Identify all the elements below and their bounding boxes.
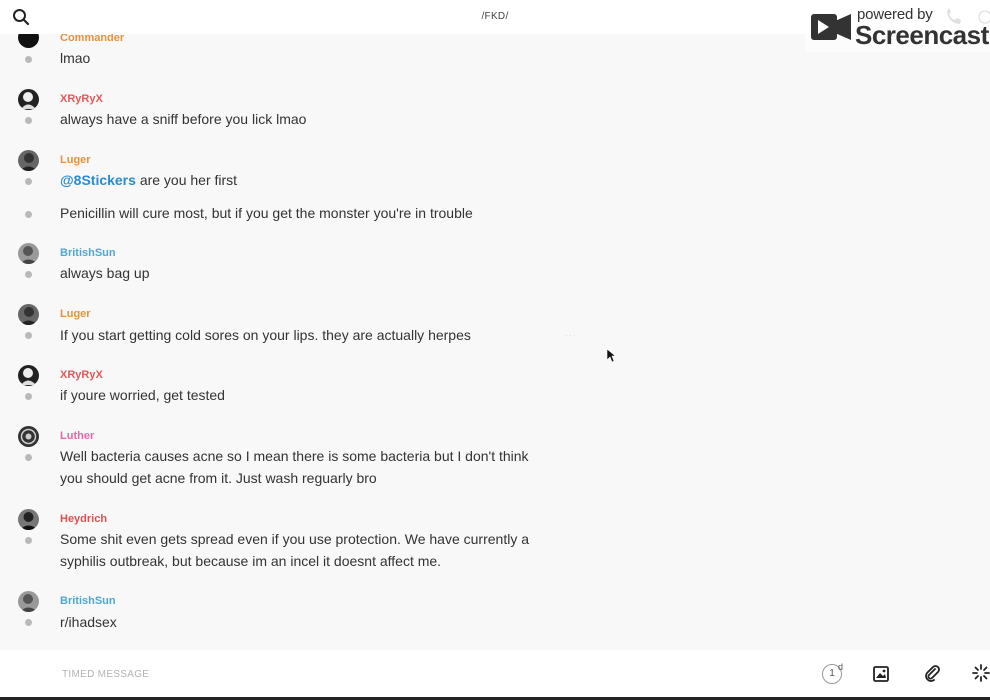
message-bullet (25, 537, 32, 544)
message-text: If you start getting cold sores on your … (60, 327, 471, 343)
message-author[interactable]: BritishSun (60, 247, 116, 259)
image-icon[interactable] (873, 666, 889, 682)
timed-message-input[interactable] (60, 662, 664, 686)
avatar[interactable] (18, 426, 39, 447)
message-bullet (25, 332, 32, 339)
message-text: if youre worried, get tested (60, 387, 225, 403)
message-bullet (25, 56, 32, 63)
message-author[interactable]: Luger (60, 154, 91, 166)
message-author[interactable]: BritishSun (60, 595, 116, 607)
message-author[interactable]: XRyRyX (60, 369, 103, 381)
sparkle-icon[interactable] (972, 664, 990, 682)
message-list: Commander lmao XRyRyX always have a snif… (0, 34, 990, 650)
avatar[interactable] (18, 509, 39, 530)
avatar[interactable] (18, 89, 39, 110)
message-bullet (25, 454, 32, 461)
avatar[interactable] (18, 304, 39, 325)
message-hover-actions[interactable]: ··· (565, 330, 577, 340)
message-text: always have a sniff before you lick lmao (60, 111, 307, 127)
message-text: Well bacteria causes acne so I mean ther… (60, 448, 529, 464)
message-bullet (25, 271, 32, 278)
message-text: always bag up (60, 265, 150, 281)
avatar[interactable] (18, 365, 39, 386)
message-bullet (25, 619, 32, 626)
message-text-body: are you her first (139, 172, 238, 188)
message-author[interactable]: Luther (60, 430, 94, 442)
message-bullet (25, 393, 32, 400)
avatar[interactable] (18, 34, 39, 48)
message-text: Some shit even gets spread even if you u… (60, 531, 529, 547)
message-author[interactable]: Heydrich (60, 513, 107, 525)
message-text: lmao (60, 50, 91, 66)
message-text: syphilis outbreak, but because im an inc… (60, 553, 442, 569)
message-text: you should get acne from it. Just wash r… (60, 470, 377, 486)
avatar[interactable] (18, 150, 39, 171)
message-author[interactable]: Commander (60, 34, 124, 44)
avatar[interactable] (18, 243, 39, 264)
message-text: r/ihadsex (60, 614, 117, 630)
paperclip-icon[interactable] (923, 664, 941, 682)
message-bullet (25, 117, 32, 124)
message-text: @8Stickers are you her first (60, 170, 237, 192)
message-composer: 1 d (0, 650, 990, 697)
cursor-icon (606, 348, 616, 363)
timer-unit: d (838, 662, 844, 672)
message-text: Penicillin will cure most, but if you ge… (60, 205, 473, 221)
message-bullet (25, 178, 32, 185)
message-author[interactable]: XRyRyX (60, 93, 103, 105)
message-bullet (25, 211, 32, 218)
message-author[interactable]: Luger (60, 308, 91, 320)
avatar[interactable] (18, 591, 39, 612)
user-mention[interactable]: @8Stickers (60, 172, 136, 188)
